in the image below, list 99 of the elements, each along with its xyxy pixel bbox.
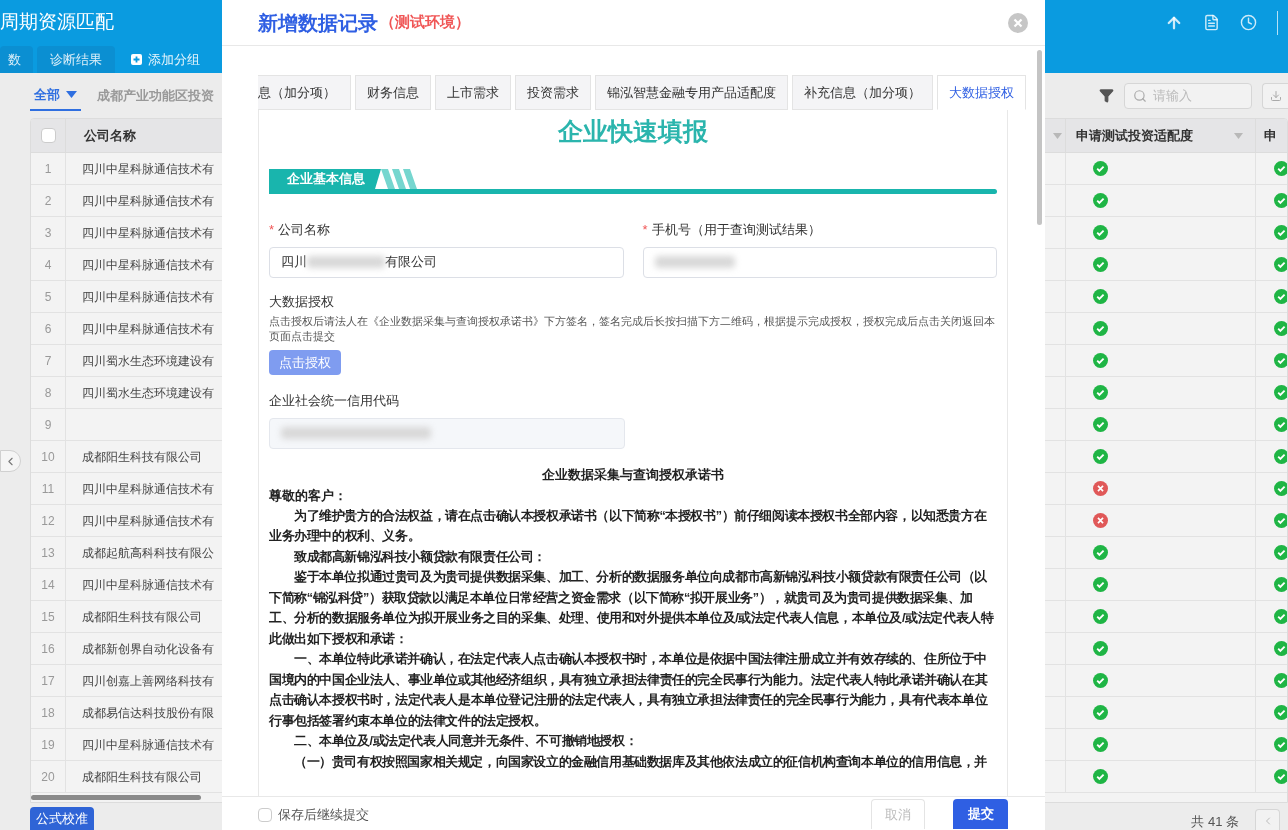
filter-tab[interactable]: 全部 xyxy=(30,80,81,111)
company-name: 成都易信达科技股份有限 xyxy=(82,704,214,722)
document-paragraph: 鉴于本单位拟通过贵司及为贵司提供数据采集、加工、分析的数据服务单位向成都市高新锦泓科技小额贷款有限责任公司（以下简称“锦泓科贷”）获取贷款以满足本单位日常经营之资金需求（以下简称“拟开展业务”），就贵司及为贵司提供数据采集、加工、分析的数据服务单位为拟开展业务之目的采集、处理、使用和对外提供本单位及/或法定代表人信息，本单位及/或法定代表人特此做出如下授权和承诺： xyxy=(269,568,995,648)
input-field[interactable]: 四川 有限公司 xyxy=(269,246,624,278)
row-number: 18 xyxy=(41,704,55,722)
row-number: 15 xyxy=(41,608,55,626)
row-number: 19 xyxy=(41,736,55,754)
company-name: 四川中星科脉通信技术有 xyxy=(82,480,214,498)
row-number: 2 xyxy=(44,192,52,210)
input-field[interactable] xyxy=(269,417,625,449)
environment-label: （测试环境） xyxy=(380,12,470,33)
document-title: 企业数据采集与查询授权承诺书 xyxy=(541,465,725,484)
add-group-button[interactable]: 添加分组 xyxy=(119,46,212,73)
row-number: 17 xyxy=(41,672,55,690)
form-tab[interactable]: 息（加分项） xyxy=(258,75,351,110)
company-name: 四川中星科脉通信技术有 xyxy=(82,288,214,306)
horizontal-scrollbar[interactable] xyxy=(31,795,201,800)
row-number: 1 xyxy=(44,160,52,178)
close-icon[interactable] xyxy=(1008,12,1028,33)
form-tab[interactable]: 财务信息 xyxy=(355,75,431,110)
field-value: 有限公司 xyxy=(385,253,437,272)
row-number: 12 xyxy=(41,512,55,530)
document-paragraph: 二、本单位及/或法定代表人同意并无条件、不可撤销地授权： xyxy=(293,733,639,750)
form-tab[interactable]: 补充信息（加分项） xyxy=(792,75,933,110)
column-header: 申 xyxy=(1264,126,1277,145)
previous-page-button[interactable] xyxy=(1255,809,1280,830)
document-paragraph: 一、本单位特此承诺并确认，在法定代表人点击确认本授权书时，本单位是依据中国法律注册成立并有效存续的、住所位于中国境内的中国企业法人、事业单位或其他经济组织，具有独立承担法律责任的完全民事行为能力。法定代表人特此承诺并确认在其点击确认本授权书时，法定代表人是本单位登记注册的法定代表人，具有独立承担法律责任的完全民事行为能力，具有代表本单位行事包括签署约束本单位的法律文件的法定授权。 xyxy=(269,650,989,730)
row-number: 16 xyxy=(41,640,55,658)
field-label: 手机号（用于查询测试结果） xyxy=(651,221,821,239)
total-count: 共 41 条 xyxy=(1191,812,1239,830)
form-heading: 企业快速填报 xyxy=(557,116,709,147)
column-header: 申请测试投资适配度 xyxy=(1076,126,1193,145)
authorization-hint: 点击授权后请法人在《企业数据采集与查询授权承诺书》下方签名，签名完成后长按扫描下方二维码，根据提示完成授权，授权完成后点击关闭返回本页面点击提交 xyxy=(269,314,996,344)
field-label: 企业社会统一信用代码 xyxy=(269,392,400,410)
submit-button[interactable]: 提交 xyxy=(953,799,1008,829)
row-number: 3 xyxy=(44,224,52,242)
form-tab[interactable]: 上市需求 xyxy=(435,75,511,110)
dropdown-caret-icon xyxy=(66,91,77,98)
row-number: 14 xyxy=(41,576,55,594)
company-name: 四川蜀水生态环境建设有 xyxy=(82,384,214,402)
form-tab[interactable]: 锦泓智慧金融专用产品适配度 xyxy=(595,75,788,110)
document-greeting: 尊敬的客户： xyxy=(269,487,348,505)
formula-calibrate-button[interactable]: 公式校准 xyxy=(30,807,94,830)
company-name: 成都新创界自动化设备有 xyxy=(82,640,214,658)
column-header: 公司名称 xyxy=(84,126,136,145)
company-name: 成都阳生科技有限公司 xyxy=(82,768,202,786)
row-number: 11 xyxy=(41,480,55,498)
company-name: 成都阳生科技有限公司 xyxy=(82,448,202,466)
download-icon xyxy=(1269,89,1282,102)
sort-caret-icon[interactable] xyxy=(1234,132,1243,139)
select-all-checkbox[interactable] xyxy=(40,128,56,143)
company-name: 四川蜀水生态环境建设有 xyxy=(82,352,214,370)
company-name: 四川中星科脉通信技术有 xyxy=(82,576,214,594)
row-number: 8 xyxy=(44,384,52,402)
header-tab[interactable]: 数 xyxy=(0,46,33,73)
header-tab[interactable]: 诊断结果 xyxy=(37,46,115,73)
document-paragraph: 为了维护贵方的合法权益，请在点击确认本授权承诺书（以下简称“本授权书”）前仔细阅读本授权书全部内容，以知悉贵方在业务办理中的权利、义务。 xyxy=(269,507,988,545)
search-icon xyxy=(1133,88,1147,103)
company-name: 四川中星科脉通信技术有 xyxy=(82,320,214,338)
company-name: 四川中星科脉通信技术有 xyxy=(82,512,214,530)
section-label: 企业基本信息 xyxy=(269,169,381,189)
row-number: 6 xyxy=(44,320,52,338)
company-name: 成都起航高科科技有限公 xyxy=(82,544,214,562)
company-name: 四川中星科脉通信技术有 xyxy=(82,736,214,754)
company-name: 四川创嘉上善网络科技有 xyxy=(82,672,214,690)
sort-caret-icon[interactable] xyxy=(1053,132,1062,139)
checkbox[interactable] xyxy=(258,807,272,822)
company-name: 成都阳生科技有限公司 xyxy=(82,608,202,626)
company-name: 四川中星科脉通信技术有 xyxy=(82,192,214,210)
row-number: 5 xyxy=(44,288,52,306)
collapse-button[interactable] xyxy=(0,450,21,472)
clock-icon[interactable] xyxy=(1240,14,1257,31)
company-name: 四川中星科脉通信技术有 xyxy=(82,256,214,274)
row-number: 10 xyxy=(41,448,55,466)
app-title: 周期资源匹配 xyxy=(0,10,114,35)
row-number: 4 xyxy=(44,256,52,274)
row-number: 20 xyxy=(41,768,55,786)
row-number: 7 xyxy=(44,352,52,370)
required-asterisk: * xyxy=(642,221,648,239)
field-label: 大数据授权 xyxy=(269,292,335,311)
checkbox-label: 保存后继续提交 xyxy=(278,806,369,824)
scrollbar[interactable] xyxy=(1037,50,1042,225)
field-label: 公司名称 xyxy=(278,221,331,239)
input-field[interactable] xyxy=(642,246,997,278)
row-number: 13 xyxy=(41,544,55,562)
form-tab[interactable]: 投资需求 xyxy=(515,75,591,110)
row-number: 9 xyxy=(44,416,52,434)
plus-square-icon xyxy=(131,54,142,65)
form-tab[interactable]: 大数据授权 xyxy=(937,75,1026,110)
company-name: 四川中星科脉通信技术有 xyxy=(82,160,214,178)
download-button[interactable] xyxy=(1262,82,1288,109)
dialog-title: 新增数据记录 xyxy=(258,10,378,36)
field-value: 四川 xyxy=(281,253,307,272)
document-paragraph: 致成都高新锦泓科技小额贷款有限责任公司： xyxy=(293,548,547,566)
required-asterisk: * xyxy=(269,221,275,239)
document-icon[interactable] xyxy=(1203,14,1220,31)
company-name: 四川中星科脉通信技术有 xyxy=(82,224,214,242)
filter-icon[interactable] xyxy=(1099,88,1114,103)
document-paragraph: （一）贵司有权按照国家相关规定，向国家设立的金融信用基础数据库及其他依法成立的征信机构查询本单位的信用信息，并 xyxy=(293,753,988,771)
